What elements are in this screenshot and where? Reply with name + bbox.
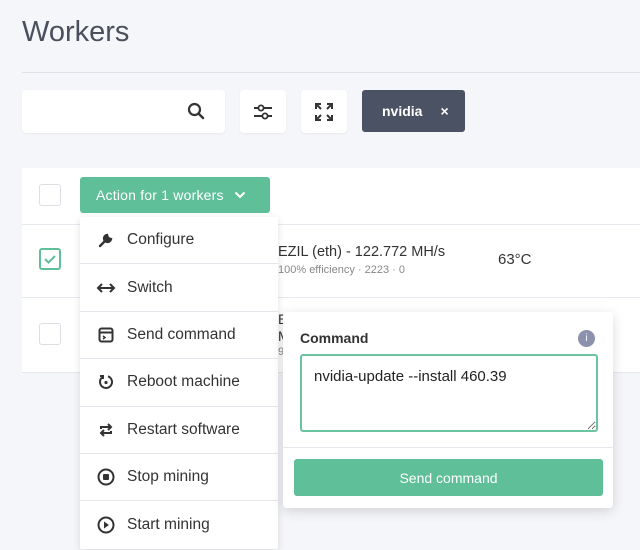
divider (283, 447, 613, 448)
menu-item-start-mining[interactable]: Start mining (80, 501, 278, 548)
close-icon[interactable]: × (440, 103, 448, 119)
row-checkbox[interactable] (39, 323, 61, 345)
search-input[interactable] (22, 90, 172, 133)
menu-item-label: Reboot machine (127, 373, 240, 391)
stop-icon (96, 468, 116, 486)
page-title: Workers (22, 16, 130, 48)
worker-pool-hashrate: EZIL (eth) - 122.772 MH/s (278, 244, 446, 260)
menu-item-configure[interactable]: Configure (80, 217, 278, 265)
filter-button[interactable] (240, 90, 286, 133)
filter-chip-nvidia[interactable]: nvidia × (362, 90, 465, 132)
arrows-horizontal-icon (96, 282, 116, 294)
menu-item-label: Send command (127, 325, 236, 343)
menu-item-reboot-machine[interactable]: Reboot machine (80, 359, 278, 407)
check-icon (44, 255, 56, 264)
select-all-checkbox[interactable] (39, 184, 61, 206)
sliders-icon (254, 104, 272, 119)
action-menu: Configure Switch Send command Reboot mac… (80, 217, 278, 549)
menu-item-label: Stop mining (127, 468, 209, 486)
chevron-down-icon (234, 191, 245, 199)
menu-item-label: Start mining (127, 516, 210, 534)
search-icon[interactable] (187, 102, 205, 125)
reboot-icon (96, 374, 116, 390)
wrench-icon (96, 232, 116, 248)
filter-chip-label: nvidia (382, 103, 423, 119)
bulk-action-label: Action for 1 workers (96, 187, 224, 203)
terminal-icon (96, 327, 116, 343)
bulk-action-button[interactable]: Action for 1 workers (80, 177, 270, 213)
worker-efficiency: 100% efficiency · 2223 · 0 (278, 264, 405, 276)
row-checkbox[interactable] (39, 248, 61, 270)
menu-item-switch[interactable]: Switch (80, 264, 278, 312)
send-command-button[interactable]: Send command (294, 459, 603, 496)
menu-item-stop-mining[interactable]: Stop mining (80, 454, 278, 502)
command-popover: Command i nvidia-update --install 460.39… (283, 312, 613, 508)
command-input[interactable]: nvidia-update --install 460.39 (300, 354, 598, 432)
divider (22, 72, 640, 73)
worker-temperature: 63°C (498, 251, 532, 268)
menu-item-label: Switch (127, 278, 173, 296)
menu-item-restart-software[interactable]: Restart software (80, 407, 278, 454)
play-icon (96, 516, 116, 534)
expand-icon (315, 102, 333, 121)
info-icon[interactable]: i (578, 330, 595, 347)
expand-button[interactable] (301, 90, 347, 133)
restart-icon (96, 422, 116, 438)
menu-item-label: Configure (127, 231, 195, 249)
command-label: Command (300, 330, 369, 346)
menu-item-send-command[interactable]: Send command (80, 312, 278, 360)
search-box[interactable] (22, 90, 225, 133)
menu-item-label: Restart software (127, 420, 240, 438)
